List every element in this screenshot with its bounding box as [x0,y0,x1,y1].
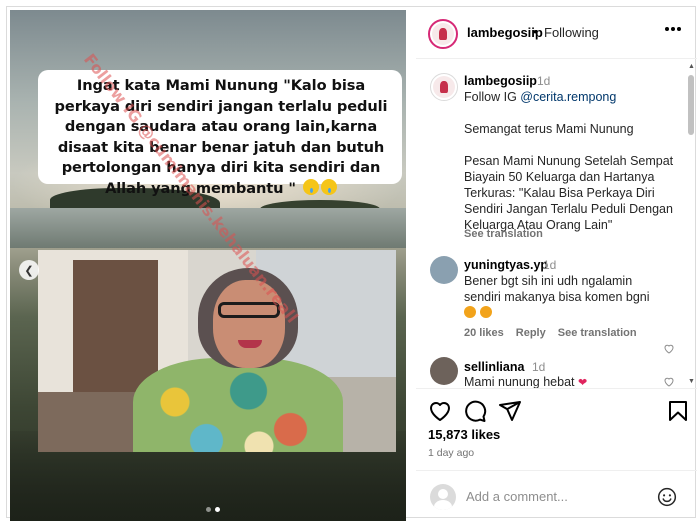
likes-count[interactable]: 15,873 likes [428,427,500,442]
comment-text-content: Bener bgt sih ini udh ngalamin sendiri m… [464,274,650,304]
comment-text-content: Mami nunung hebat [464,375,575,389]
caption-overlay-text: Ingat kata Mami Nunung "Kalo bisa perkay… [42,76,400,199]
post-side-panel: lambegosiip • Following lambegosiip 1d F… [416,7,697,519]
post-header: lambegosiip • Following [416,7,697,59]
author-avatar[interactable] [428,19,458,49]
chevron-left-icon: ❮ [24,264,34,277]
avatar-logo [433,76,455,98]
heart-icon[interactable] [428,399,452,423]
avatar-figure-icon [440,81,448,93]
caption-mention-link[interactable]: @cerita.rempong [520,90,616,104]
crying-emoji-icon [302,178,319,195]
laughing-emoji-icon [464,306,476,318]
comment-meta: 20 likes Reply See translation [464,327,637,339]
crying-emoji-icon [320,178,337,195]
scrollbar-thumb[interactable] [688,75,694,135]
carousel-prev-button[interactable]: ❮ [19,260,39,280]
following-button[interactable]: Following [544,25,599,40]
carousel-dot [206,507,211,512]
commenter-avatar[interactable] [430,256,458,284]
caption-overlay-quote: Ingat kata Mami Nunung "Kalo bisa perkay… [54,77,388,197]
add-comment-bar [416,470,697,519]
avatar-logo [432,23,454,45]
caption-time[interactable]: 1d [537,74,550,88]
caption-para3: Pesan Mami Nunung Setelah Sempat Biayain… [464,154,674,232]
commenter-avatar[interactable] [430,357,458,385]
comment-icon[interactable] [463,399,487,423]
caption-username[interactable]: lambegosiip [464,74,537,88]
post-time-ago[interactable]: 1 day ago [428,447,474,459]
comment-like-heart-icon[interactable] [663,343,675,354]
comment-see-translation[interactable]: See translation [558,327,637,339]
comment-reply-button[interactable]: Reply [516,327,546,339]
caption-para2: Semangat terus Mami Nunung [464,122,634,136]
comment-username[interactable]: yuningtyas.yp [464,258,548,272]
comment-text: Bener bgt sih ini udh ngalamin sendiri m… [464,273,654,321]
current-user-avatar [430,484,456,510]
caption-body: Follow IG @cerita.rempong Semangat terus… [464,89,679,233]
person-dress [133,358,343,452]
comment-like-heart-icon[interactable] [663,376,675,387]
person-photo [38,250,396,452]
carousel-dots [206,507,220,512]
comments-scrollbar[interactable]: ▲ ▼ [687,63,695,385]
comment-time[interactable]: 1d [532,360,545,374]
carousel-dot-active [215,507,220,512]
scroll-up-icon[interactable]: ▲ [688,63,695,70]
avatar-figure-icon [439,28,447,40]
comment-text: Mami nunung hebat ❤ [464,375,588,389]
add-comment-input[interactable] [466,485,646,507]
comments-list[interactable]: lambegosiip 1d Follow IG @cerita.rempong… [416,60,697,389]
author-username[interactable]: lambegosiip [467,25,543,40]
scroll-down-icon[interactable]: ▼ [688,378,695,385]
post-media[interactable]: Ingat kata Mami Nunung "Kalo bisa perkay… [10,10,406,521]
share-icon[interactable] [498,399,522,423]
red-heart-emoji-icon: ❤ [577,377,588,389]
comment-likes[interactable]: 20 likes [464,327,504,339]
laughing-emoji-icon [480,306,492,318]
comment-username[interactable]: sellinliana [464,360,524,374]
caption-line1-prefix: Follow IG [464,90,521,104]
more-icon[interactable] [665,27,681,31]
caption-see-translation[interactable]: See translation [464,228,543,240]
caption-author-avatar[interactable] [430,73,458,101]
emoji-icon[interactable] [657,487,677,507]
header-separator: • [533,24,538,39]
bookmark-icon[interactable] [666,399,690,423]
comment-time[interactable]: 1d [543,258,556,272]
post-modal: Ingat kata Mami Nunung "Kalo bisa perkay… [6,6,697,521]
